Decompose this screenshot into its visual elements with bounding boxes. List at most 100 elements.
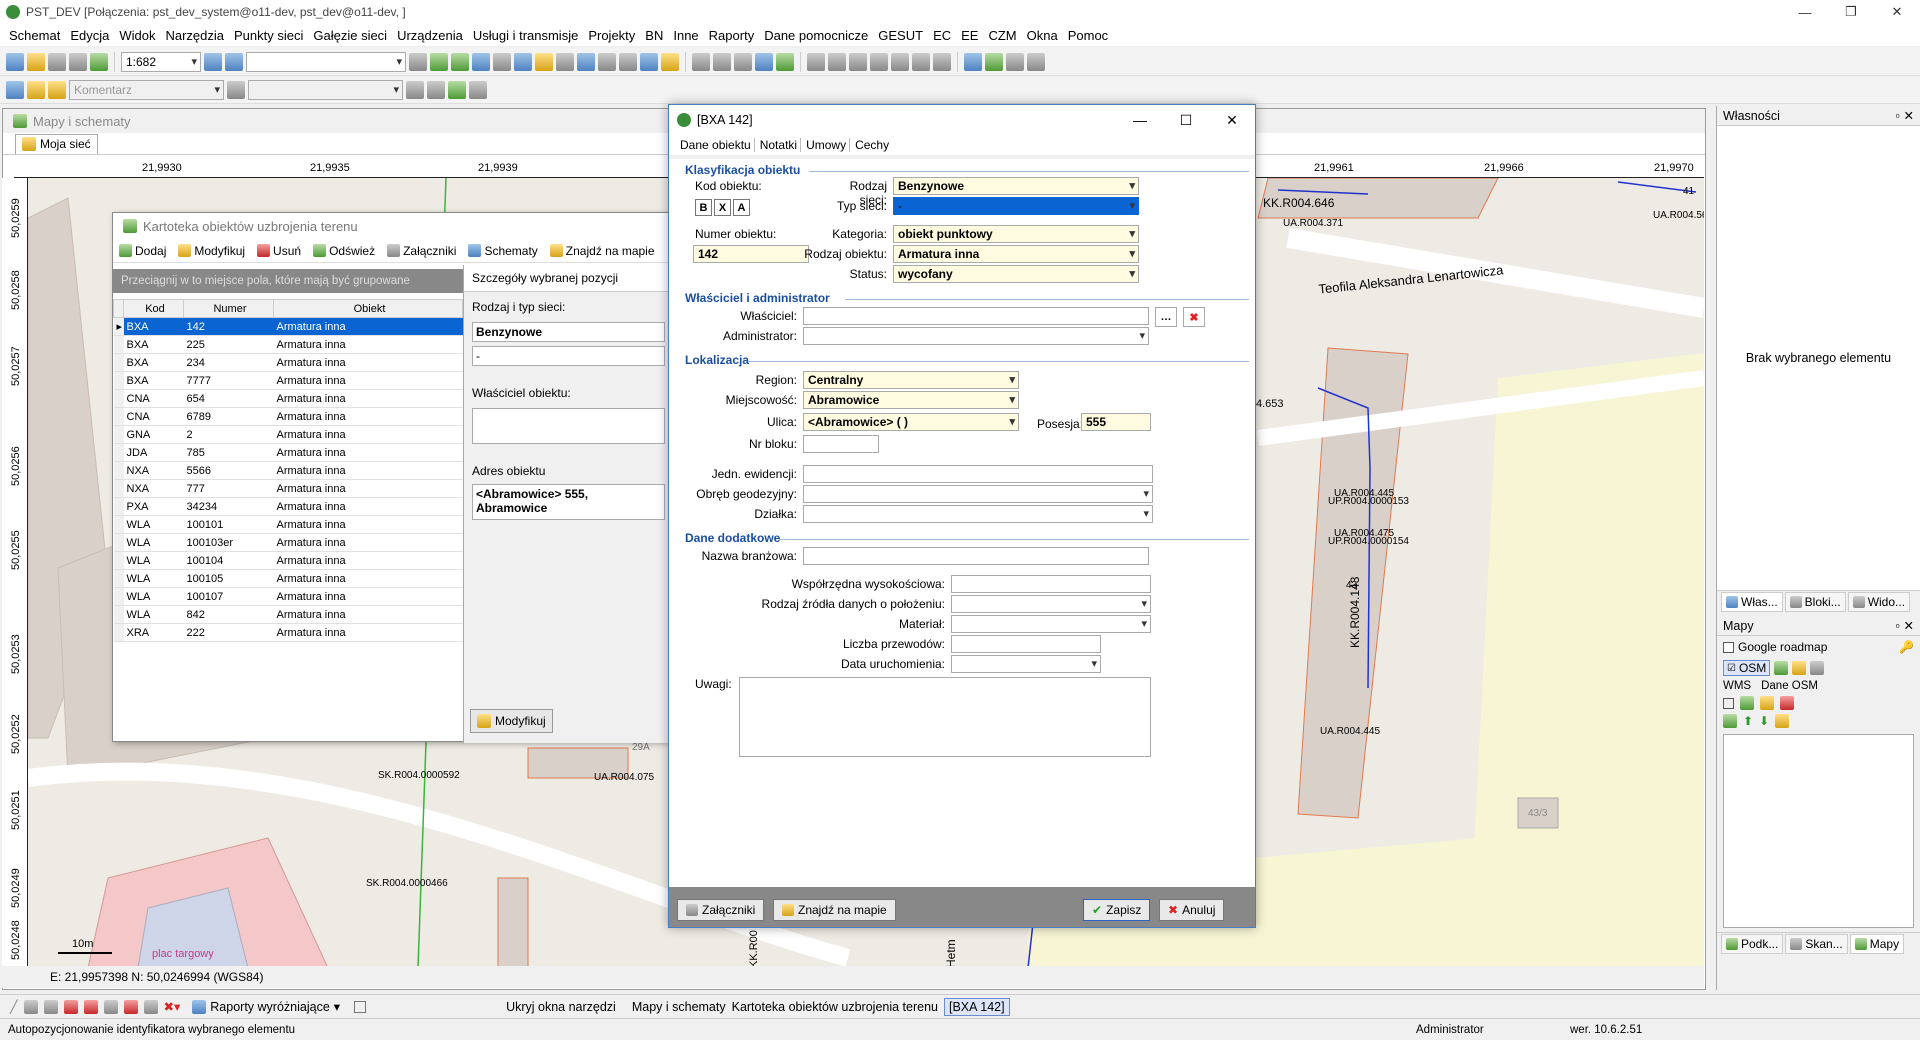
globe-icon[interactable] — [577, 52, 595, 71]
delete-icon[interactable] — [849, 52, 867, 71]
anuluj-button[interactable]: ✖ Anuluj — [1159, 899, 1225, 921]
tab-notatki[interactable]: Notatki — [757, 138, 802, 152]
tab-widoki[interactable]: Wido... — [1847, 591, 1911, 612]
table-row[interactable]: BXA 7777 Armatura inna — [113, 371, 463, 390]
menu-item[interactable]: Okna — [1022, 28, 1063, 43]
modyfikuj-button[interactable]: Modyfikuj — [178, 244, 245, 258]
tab-dane-osm[interactable]: Dane OSM — [1761, 680, 1818, 692]
tool8-icon[interactable] — [734, 52, 752, 71]
menu-item[interactable]: EC — [928, 28, 956, 43]
menu-item[interactable]: Usługi i transmisje — [468, 28, 583, 43]
kategoria-select[interactable]: obiekt punktowy — [893, 225, 1139, 243]
details-modify-button[interactable]: Modyfikuj — [470, 709, 553, 733]
tool14-icon[interactable] — [891, 52, 909, 71]
menu-item[interactable]: BN — [640, 28, 668, 43]
arrow-up-icon[interactable]: ⬆ — [1743, 714, 1753, 728]
menu-item[interactable]: EE — [956, 28, 983, 43]
zoom-icon[interactable] — [204, 52, 222, 71]
tool11-icon[interactable] — [807, 52, 825, 71]
lock-icon[interactable] — [227, 80, 245, 99]
table-row[interactable]: CNA 654 Armatura inna — [113, 389, 463, 408]
znajdz-na-mapie-button[interactable]: Znajdź na mapie — [549, 244, 655, 258]
google-checkbox[interactable] — [1723, 641, 1734, 653]
menu-item[interactable]: Projekty — [583, 28, 640, 43]
table-row[interactable]: WLA 100107 Armatura inna — [113, 587, 463, 606]
tab-moja-siec[interactable]: Moja sieć — [15, 133, 98, 154]
table-row[interactable]: NXA 5566 Armatura inna — [113, 461, 463, 480]
odswiez-button[interactable]: Odśwież — [313, 244, 375, 258]
clear-owner-button[interactable]: ✖ — [1183, 307, 1205, 327]
wms-checkbox[interactable] — [1723, 697, 1734, 709]
col-kod[interactable]: Kod — [123, 299, 184, 318]
task-mapy[interactable]: Mapy i schematy — [632, 1000, 726, 1014]
wlasciciel-field[interactable] — [803, 307, 1149, 325]
tool3-icon[interactable] — [598, 52, 616, 71]
tool4-icon[interactable] — [619, 52, 637, 71]
close-button[interactable]: ✕ — [1874, 0, 1920, 24]
zalaczniki-button[interactable]: Załączniki — [387, 244, 456, 258]
tool7-icon[interactable] — [713, 52, 731, 71]
dialog-close-button[interactable]: ✕ — [1209, 105, 1255, 135]
table-row[interactable]: ▸ BXA 142 Armatura inna — [113, 317, 463, 336]
layer-icon[interactable] — [430, 52, 448, 71]
tool16-icon[interactable] — [933, 52, 951, 71]
binoculars-icon[interactable] — [493, 52, 511, 71]
status-select[interactable]: wycofany — [893, 265, 1139, 283]
jedn-ewidencji-field[interactable] — [803, 465, 1153, 483]
task-bxa142[interactable]: [BXA 142] — [944, 997, 1010, 1016]
dodaj-button[interactable]: Dodaj — [119, 244, 166, 258]
osm-toggle[interactable]: ☑ OSM — [1723, 660, 1771, 676]
delete-icon[interactable]: ✖▾ — [164, 999, 181, 1014]
zalaczniki-button[interactable]: Załączniki — [677, 899, 765, 921]
administrator-select[interactable] — [803, 327, 1149, 345]
usun-button[interactable]: Usuń — [257, 244, 301, 258]
table-row[interactable]: CNA 6789 Armatura inna — [113, 407, 463, 426]
menu-item[interactable]: Widok — [114, 28, 160, 43]
table-row[interactable]: WLA 842 Armatura inna — [113, 605, 463, 624]
new-icon[interactable] — [6, 52, 24, 71]
col-numer[interactable]: Numer — [183, 299, 274, 318]
menu-item[interactable]: Dane pomocnicze — [759, 28, 873, 43]
pencil-icon[interactable] — [27, 80, 45, 99]
table-row[interactable]: JDA 785 Armatura inna — [113, 443, 463, 462]
obreb-select[interactable] — [803, 485, 1153, 503]
znajdz-na-mapie-button[interactable]: Znajdź na mapie — [773, 899, 896, 921]
posesja-field[interactable]: 555 — [1081, 413, 1151, 431]
tool-icon[interactable] — [23, 999, 38, 1014]
tool-icon[interactable] — [409, 52, 427, 71]
pointer-icon[interactable] — [6, 80, 24, 99]
wms-globe-icon[interactable] — [1740, 696, 1754, 710]
menu-item[interactable]: Urządzenia — [392, 28, 468, 43]
search-icon[interactable] — [225, 52, 243, 71]
menu-item[interactable]: Pomoc — [1063, 28, 1113, 43]
material-select[interactable] — [951, 615, 1151, 633]
layer2-icon[interactable] — [451, 52, 469, 71]
tool12-icon[interactable] — [828, 52, 846, 71]
dialog-minimize-button[interactable]: — — [1117, 105, 1163, 135]
raporty-dropdown[interactable]: Raporty wyróżniające ▾ — [192, 999, 340, 1014]
menu-item[interactable]: Gałęzie sieci — [308, 28, 392, 43]
pen-icon[interactable]: ╱ — [10, 999, 18, 1014]
nr-bloku-field[interactable] — [803, 435, 879, 453]
kod-x-button[interactable]: X — [714, 199, 731, 216]
tab-mapy[interactable]: Mapy — [1849, 933, 1905, 954]
table-row[interactable]: XRA 222 Armatura inna — [113, 623, 463, 642]
open-icon[interactable] — [27, 52, 45, 71]
liczba-przewodow-field[interactable] — [951, 635, 1101, 653]
tab-bloki[interactable]: Bloki... — [1784, 591, 1846, 612]
tool10-icon[interactable] — [776, 52, 794, 71]
panel-pin-icon[interactable]: ▫ ✕ — [1896, 108, 1914, 123]
tool13-icon[interactable] — [870, 52, 888, 71]
scale-combo[interactable]: 1:682 — [121, 51, 201, 72]
restore-button[interactable]: ❐ — [1828, 0, 1874, 24]
tab-wlasnosci[interactable]: Włas... — [1721, 591, 1783, 612]
numer-field[interactable]: 142 — [693, 245, 809, 263]
tool17-icon[interactable] — [964, 52, 982, 71]
key-icon[interactable]: 🔑 — [1899, 640, 1914, 654]
minimize-button[interactable]: — — [1782, 0, 1828, 24]
red-square-icon[interactable] — [83, 999, 98, 1014]
menu-item[interactable]: Narzędzia — [160, 28, 229, 43]
person2-icon[interactable] — [1027, 52, 1045, 71]
refresh-icon[interactable] — [90, 52, 108, 71]
table-row[interactable]: NXA 777 Armatura inna — [113, 479, 463, 498]
